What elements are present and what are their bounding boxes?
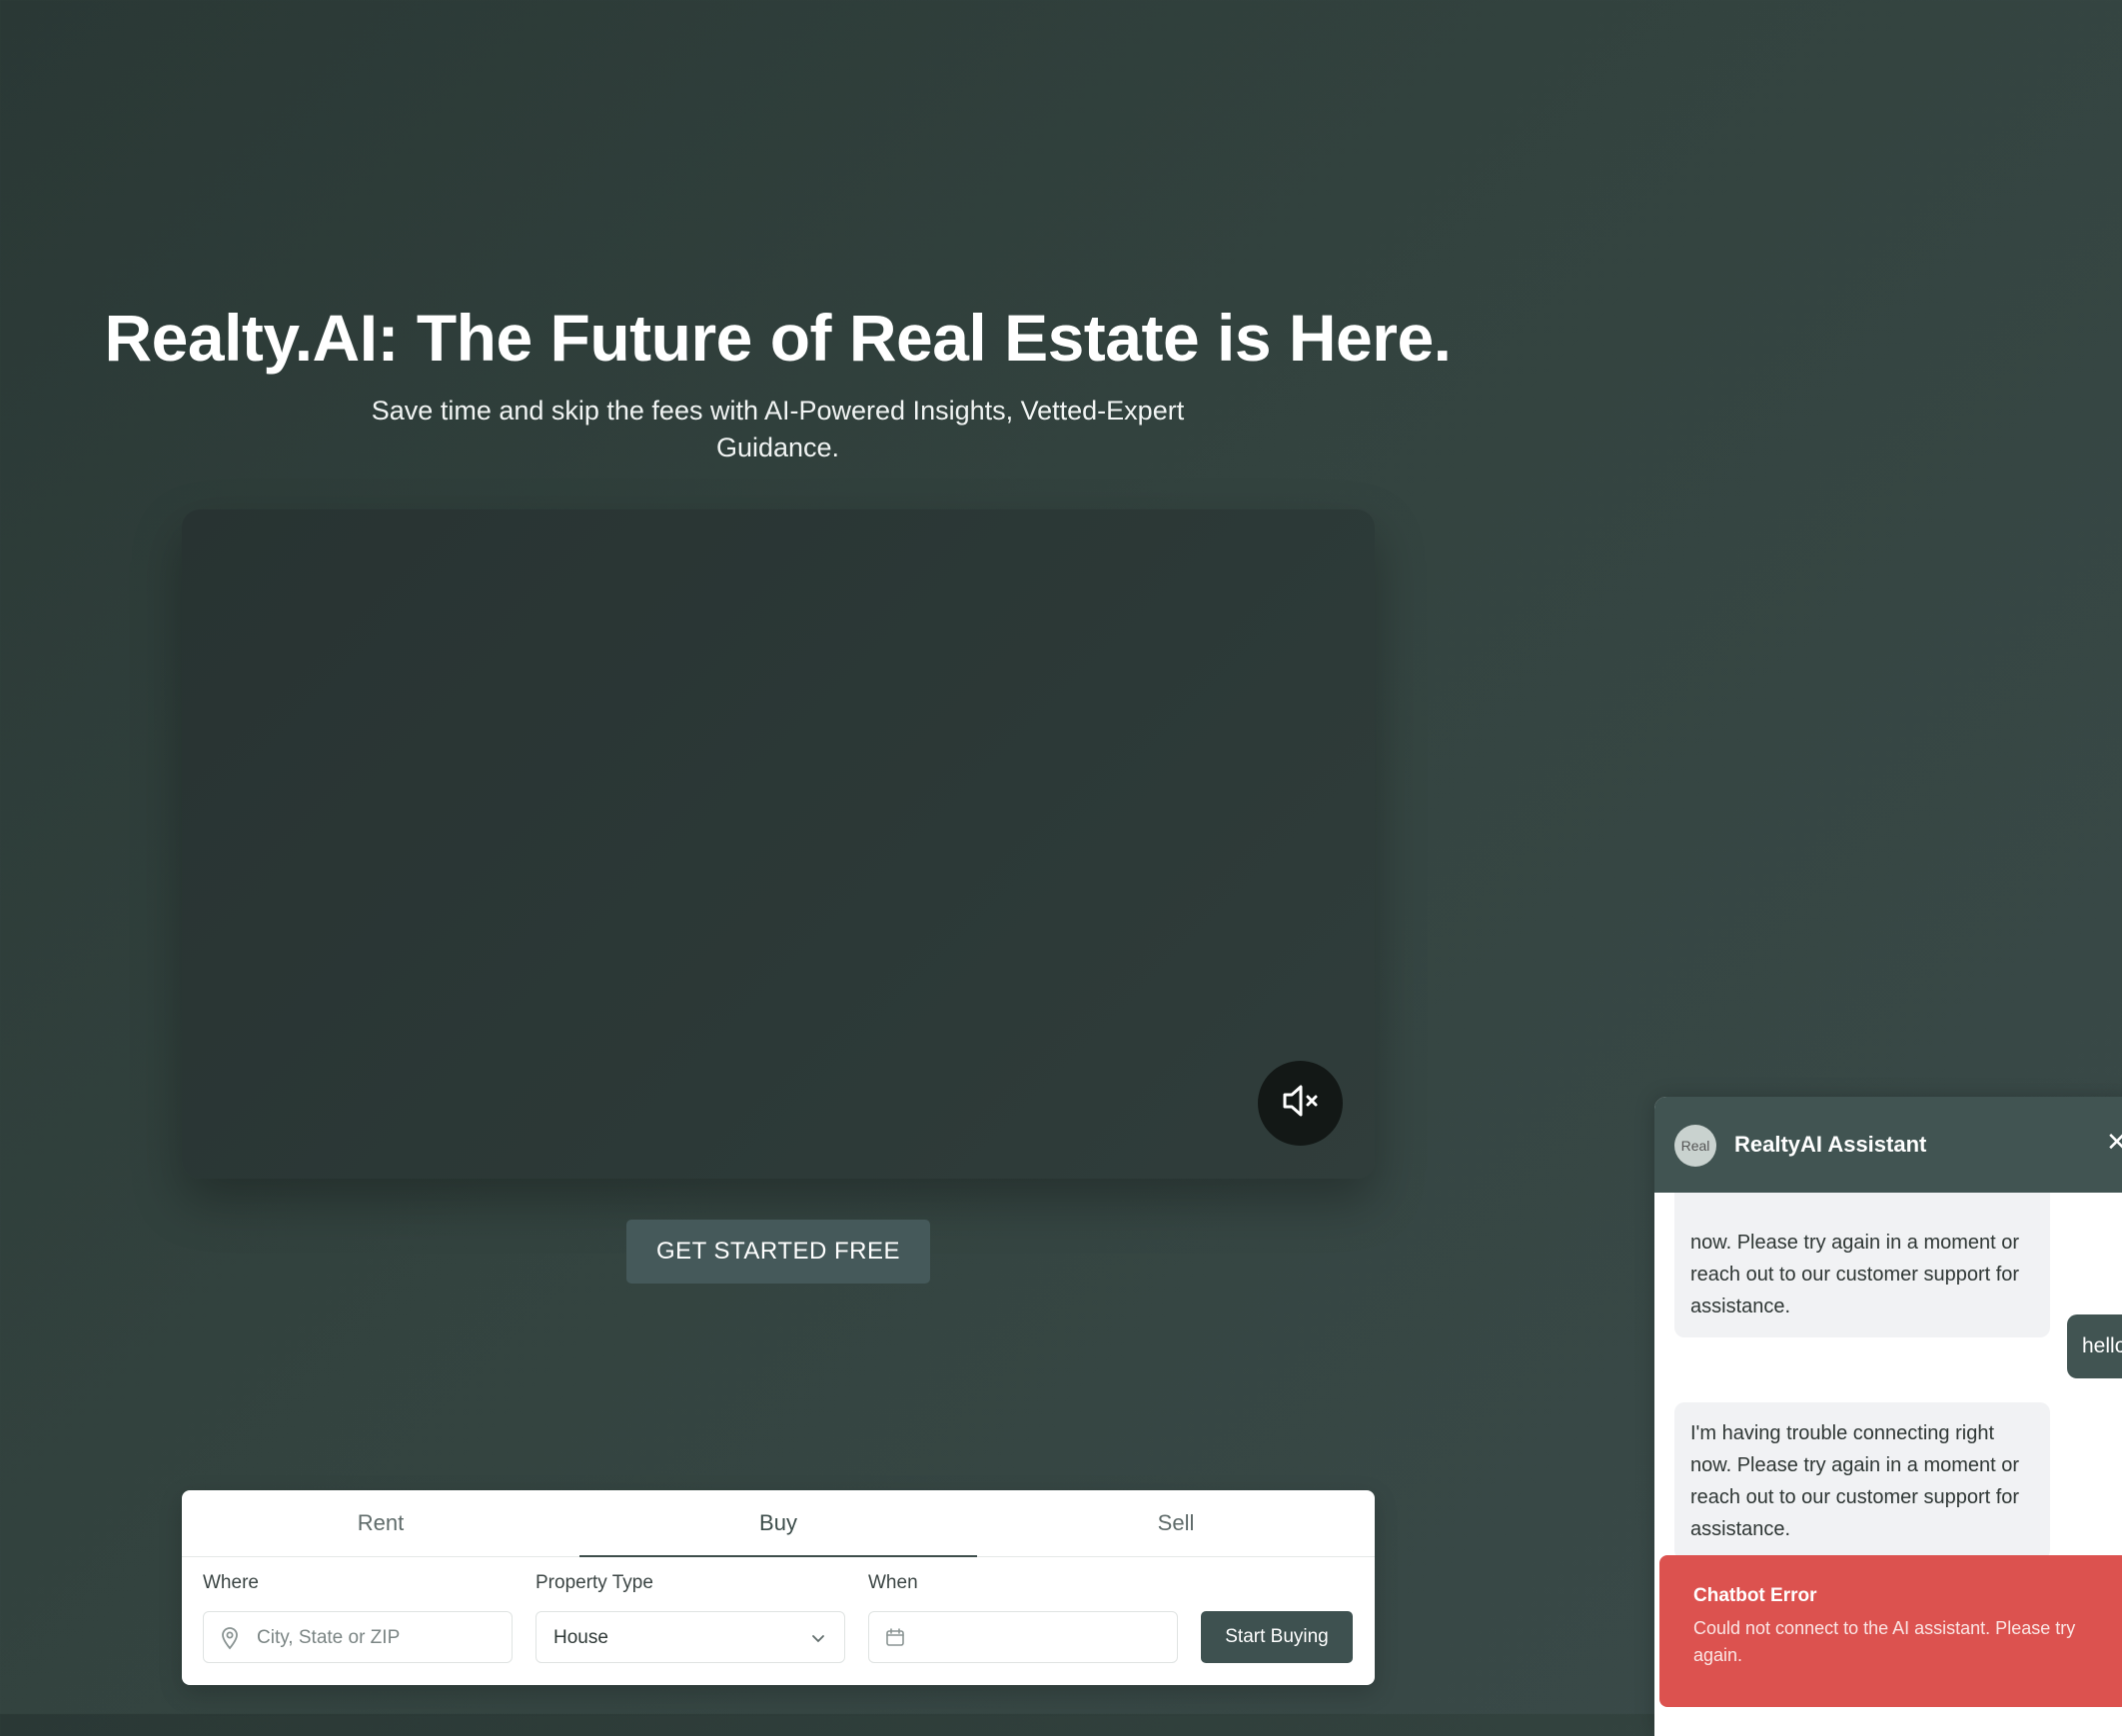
toast-message: Could not connect to the AI assistant. P… [1693,1618,2076,1665]
location-pin-icon [220,1626,240,1655]
calendar-icon [885,1627,905,1652]
speaker-muted-icon [1279,1079,1323,1128]
close-icon[interactable]: ✕ [2106,1127,2122,1158]
hero-subtitle: Save time and skip the fees with AI-Powe… [371,396,1185,462]
where-label: Where [203,1572,259,1593]
mute-button[interactable] [1258,1061,1343,1146]
chevron-down-icon [810,1630,826,1651]
avatar: Real [1674,1125,1716,1167]
chat-message-bot: I'm having trouble connecting right now.… [1674,1402,2050,1560]
tab-buy[interactable]: Buy [579,1490,977,1557]
date-input[interactable] [868,1611,1178,1663]
video-player[interactable] [182,509,1375,1179]
chat-title: RealtyAI Assistant [1734,1132,1927,1157]
start-buying-button[interactable]: Start Buying [1201,1611,1353,1663]
where-input[interactable]: City, State or ZIP [203,1611,513,1663]
toast-title: Chatbot Error [1693,1585,1817,1606]
chat-header: Real RealtyAI Assistant ✕ [1654,1097,2122,1193]
where-placeholder: City, State or ZIP [257,1627,401,1648]
property-type-label: Property Type [535,1572,653,1593]
search-tabs: Rent Buy Sell [182,1490,1375,1557]
property-type-select[interactable]: House [535,1611,845,1663]
property-type-value: House [553,1627,608,1648]
error-toast[interactable]: Chatbot Error Could not connect to the A… [1659,1555,2122,1707]
avatar-alt-text: Real [1680,1138,1710,1154]
chat-message-user: hello [2067,1314,2122,1378]
chat-message-bot: now. Please try again in a moment or rea… [1674,1179,2050,1337]
hero-title: Realty.AI: The Future of Real Estate is … [104,301,1452,375]
when-label: When [868,1572,918,1593]
tab-sell[interactable]: Sell [977,1490,1375,1556]
tab-rent[interactable]: Rent [182,1490,579,1556]
get-started-button[interactable]: GET STARTED FREE [626,1220,930,1284]
